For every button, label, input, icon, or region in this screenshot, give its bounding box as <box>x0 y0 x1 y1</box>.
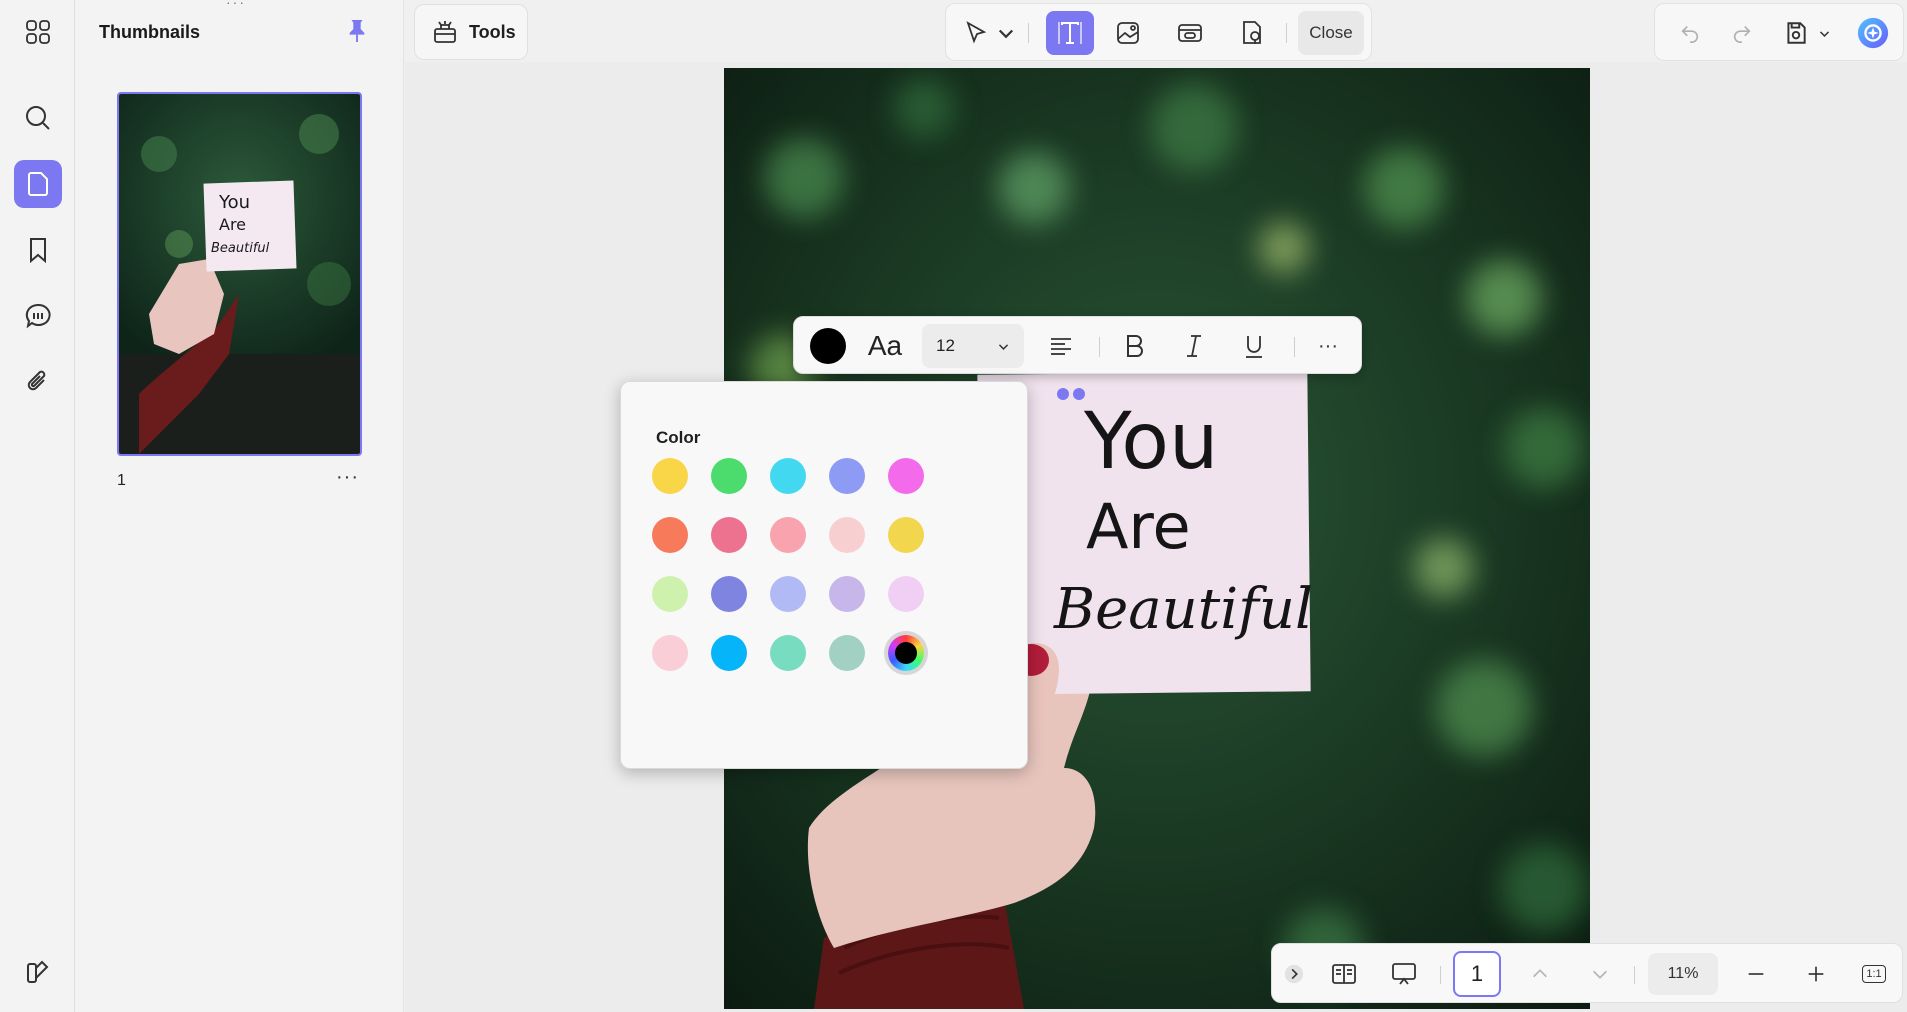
toolbar-divider <box>1634 966 1635 984</box>
previous-page-icon[interactable] <box>1520 954 1560 994</box>
toolbox-icon <box>434 21 456 43</box>
color-swatch[interactable] <box>652 576 688 612</box>
presentation-icon[interactable] <box>1384 954 1424 994</box>
page-thumbnail[interactable]: You Are Beautiful <box>117 92 362 456</box>
zoom-level[interactable]: 11% <box>1648 953 1718 995</box>
bookmark-icon[interactable] <box>14 226 62 274</box>
color-swatch[interactable] <box>770 576 806 612</box>
color-swatch[interactable] <box>770 458 806 494</box>
page-layout-icon[interactable] <box>1324 954 1364 994</box>
bottom-navigation-bar: 1 11% 1:1 <box>1271 943 1903 1003</box>
add-image-icon[interactable] <box>1106 11 1150 55</box>
thumbnail-page-number: 1 <box>117 472 126 489</box>
font-size-value: 12 <box>936 336 955 355</box>
chevron-down-icon <box>998 343 1009 350</box>
toolbar-divider <box>1099 337 1100 357</box>
more-options-button[interactable]: ··· <box>1306 325 1350 367</box>
thumbnail-more-button[interactable]: ··· <box>336 466 359 489</box>
font-size-select[interactable]: 12 <box>922 324 1024 368</box>
page-number-input[interactable]: 1 <box>1453 951 1501 997</box>
italic-icon[interactable] <box>1172 325 1216 367</box>
right-toolbar <box>1654 3 1904 61</box>
toolbar-divider <box>1286 23 1287 43</box>
underline-icon[interactable] <box>1232 325 1276 367</box>
themes-icon[interactable] <box>14 948 62 996</box>
color-swatch[interactable] <box>711 458 747 494</box>
color-swatch[interactable] <box>711 576 747 612</box>
color-swatch[interactable] <box>888 517 924 553</box>
add-link-icon[interactable] <box>1168 11 1212 55</box>
note-line-2: Are <box>1086 490 1191 563</box>
edit-toolbar: Close <box>945 3 1372 61</box>
search-icon[interactable] <box>14 94 62 142</box>
collapse-bar-button[interactable] <box>1280 954 1308 994</box>
svg-text:Are: Are <box>219 215 246 234</box>
color-swatch[interactable] <box>770 635 806 671</box>
color-swatch[interactable] <box>888 576 924 612</box>
next-page-icon[interactable] <box>1580 954 1620 994</box>
actual-size-button[interactable]: 1:1 <box>1856 954 1892 994</box>
tools-button[interactable]: Tools <box>414 4 528 60</box>
color-swatch[interactable] <box>888 458 924 494</box>
svg-text:Beautiful: Beautiful <box>211 241 270 256</box>
chevron-down-icon[interactable] <box>996 11 1016 55</box>
selected-color-indicator <box>895 642 917 664</box>
zoom-out-icon[interactable] <box>1738 954 1774 994</box>
font-button[interactable]: Aa <box>860 325 910 367</box>
color-swatch[interactable] <box>711 517 747 553</box>
color-swatch[interactable] <box>652 517 688 553</box>
text-format-toolbar: Aa 12 ··· <box>793 316 1362 374</box>
save-icon[interactable] <box>1779 16 1813 50</box>
zoom-in-icon[interactable] <box>1798 954 1834 994</box>
undo-icon[interactable] <box>1673 16 1707 50</box>
color-picker-title: Color <box>656 428 701 447</box>
align-icon[interactable] <box>1040 325 1082 367</box>
custom-color-swatch[interactable] <box>888 635 924 671</box>
color-swatch[interactable] <box>770 517 806 553</box>
redo-icon[interactable] <box>1725 16 1759 50</box>
attachment-icon[interactable] <box>14 358 62 406</box>
color-swatch[interactable] <box>829 635 865 671</box>
color-swatch[interactable] <box>652 458 688 494</box>
panel-title: Thumbnails <box>99 22 201 42</box>
current-color-swatch <box>810 328 846 364</box>
select-tool-icon[interactable] <box>954 11 998 55</box>
panel-drag-handle[interactable]: ··· <box>226 0 246 10</box>
toolbar-divider <box>1028 23 1029 43</box>
tools-label: Tools <box>469 21 516 42</box>
note-line-1: You <box>1083 397 1218 487</box>
apps-icon[interactable] <box>14 8 62 56</box>
close-button[interactable]: Close <box>1298 11 1364 55</box>
actual-size-label: 1:1 <box>1862 965 1886 983</box>
chevron-down-icon[interactable] <box>1815 16 1833 50</box>
color-swatch[interactable] <box>829 576 865 612</box>
color-swatch[interactable] <box>829 517 865 553</box>
color-swatch[interactable] <box>652 635 688 671</box>
left-rail <box>0 0 75 1012</box>
color-picker-popover: Color <box>620 381 1028 769</box>
color-swatch[interactable] <box>829 458 865 494</box>
toolbar-divider <box>1440 966 1441 984</box>
color-swatch[interactable] <box>711 635 747 671</box>
toolbar-divider <box>1294 337 1295 357</box>
ai-assistant-icon[interactable] <box>1855 16 1891 50</box>
note-line-3: Beautiful <box>1053 577 1313 642</box>
thumbnails-icon[interactable] <box>14 160 62 208</box>
add-text-icon[interactable] <box>1046 11 1094 55</box>
svg-text:You: You <box>218 192 250 213</box>
text-color-button[interactable] <box>808 325 848 367</box>
bold-icon[interactable] <box>1112 325 1156 367</box>
thumbnails-panel: ··· Thumbnails You Are Beautiful 1 ··· <box>76 0 404 1012</box>
thumbnail-image: You Are Beautiful <box>119 94 360 454</box>
comment-icon[interactable] <box>14 292 62 340</box>
add-stamp-icon[interactable] <box>1230 11 1274 55</box>
pin-icon[interactable] <box>342 14 372 48</box>
